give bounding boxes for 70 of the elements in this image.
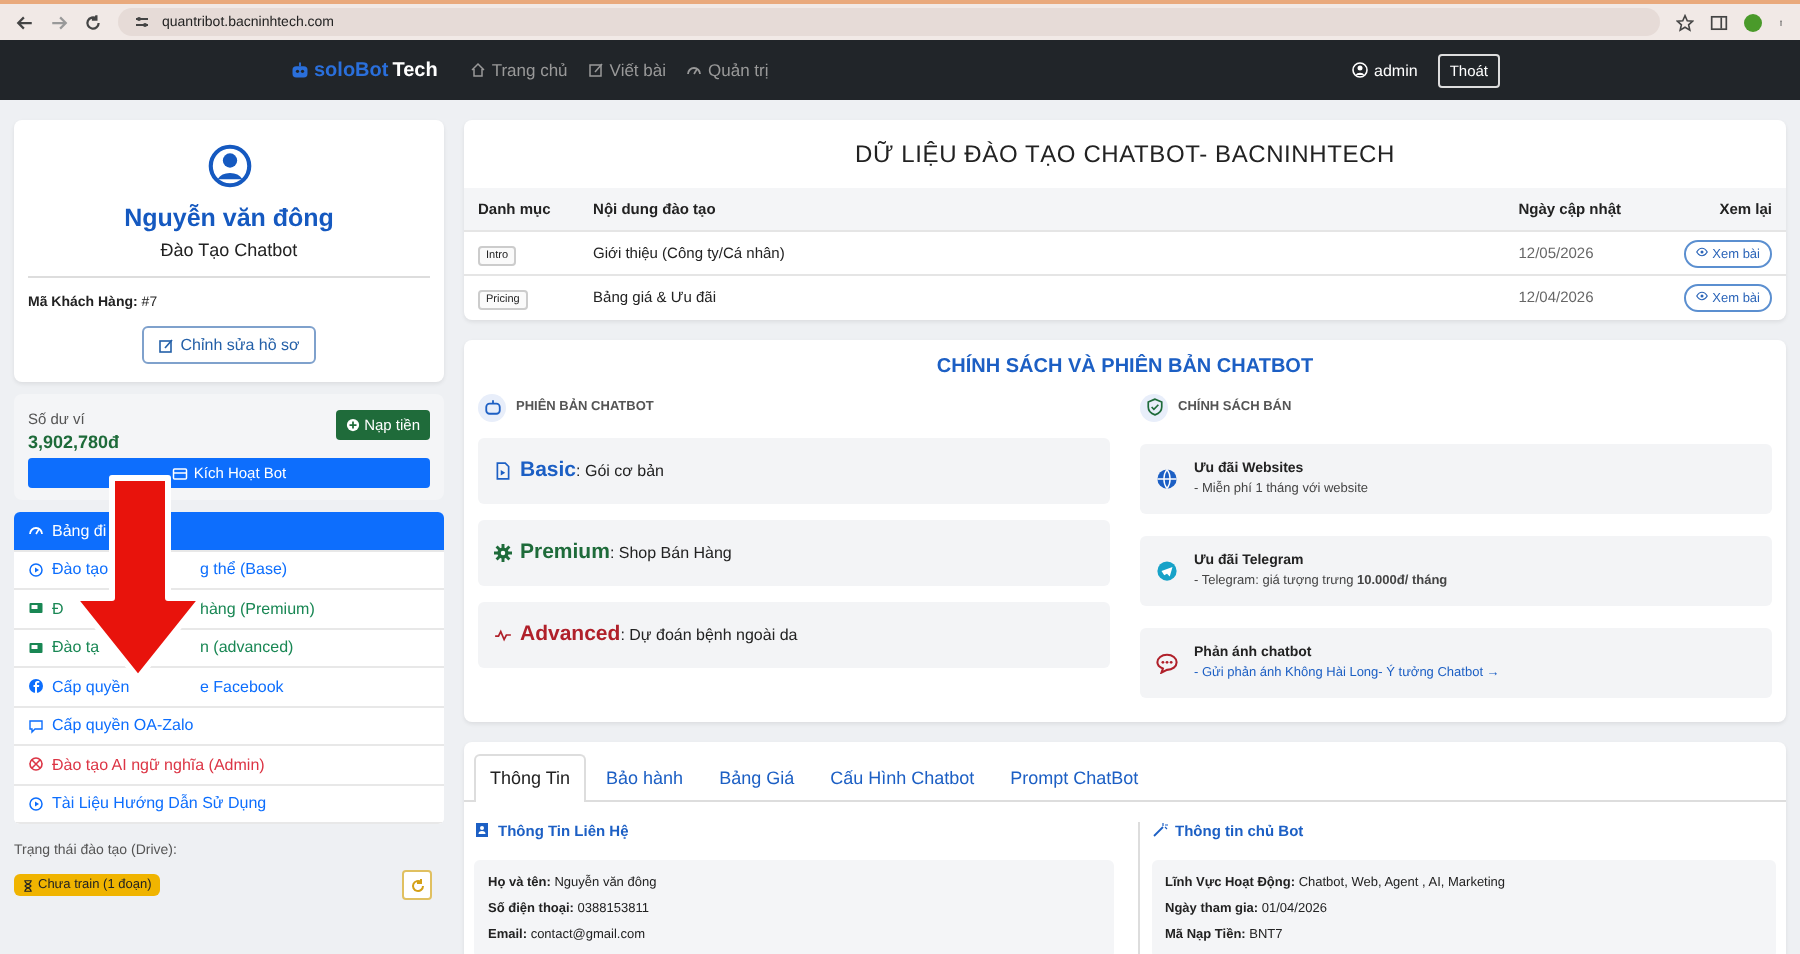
version-text: Advanced: Dự đoán bệnh ngoài da bbox=[520, 622, 798, 646]
sidebar-item[interactable]: Cấp quyền OA-Zalo bbox=[14, 707, 444, 746]
hourglass-icon bbox=[22, 879, 34, 891]
tab[interactable]: Thông Tin bbox=[474, 753, 587, 801]
star-icon[interactable] bbox=[1676, 13, 1694, 31]
chat-dots-icon bbox=[1156, 651, 1178, 673]
card-icon bbox=[171, 465, 188, 481]
shield-icon bbox=[1140, 393, 1168, 421]
nav-link[interactable]: Trang chủ bbox=[469, 60, 568, 80]
wand-icon bbox=[1151, 822, 1167, 838]
menu-label: Cấp quyền bbox=[52, 677, 132, 696]
tab[interactable]: Bảng Giá bbox=[703, 753, 811, 799]
menu-label: e Facebook bbox=[200, 677, 286, 696]
play-circle-icon bbox=[28, 795, 44, 812]
contact-card-icon bbox=[474, 822, 490, 838]
back-icon[interactable] bbox=[16, 13, 34, 31]
site-settings-icon bbox=[134, 14, 150, 30]
menu-label: g thể (Base) bbox=[200, 560, 290, 579]
gear-icon bbox=[494, 543, 512, 561]
sidebar-icon[interactable] bbox=[1710, 13, 1728, 31]
sidebar-item[interactable]: Tài Liệu Hướng Dẫn Sử Dụng bbox=[14, 785, 444, 824]
menu-label: Tài Liệu Hướng Dẫn Sử Dụng bbox=[52, 794, 269, 813]
edit-icon bbox=[587, 62, 604, 78]
robot-icon bbox=[478, 393, 506, 421]
menu-label: Đào tạ bbox=[52, 638, 102, 657]
home-icon bbox=[469, 62, 486, 78]
menu-label: Đào tạo AI ngữ nghĩa (Admin) bbox=[52, 755, 267, 774]
telegram-icon bbox=[1156, 559, 1178, 581]
section-title: DỮ LIỆU ĐÀO TẠO CHATBOT- BACNINHTECH bbox=[853, 138, 1397, 172]
card-icon bbox=[28, 600, 44, 617]
menu-label: Đào tạo bbox=[52, 560, 111, 579]
profile-avatar[interactable] bbox=[1744, 13, 1762, 31]
edit-icon bbox=[158, 337, 175, 353]
profile-name: Nguyễn văn đông bbox=[124, 204, 334, 232]
profile-role: Đào Tạo Chatbot bbox=[28, 240, 430, 278]
document-icon bbox=[494, 461, 512, 479]
nav-link[interactable]: Quản trị bbox=[686, 60, 769, 80]
robot-icon bbox=[290, 60, 310, 80]
reload-icon[interactable] bbox=[84, 13, 102, 31]
logo[interactable]: soloBot Tech bbox=[290, 59, 438, 81]
nav-link[interactable]: Viết bài bbox=[587, 60, 666, 80]
menu-label: hàng (Premium) bbox=[200, 599, 317, 618]
tab[interactable]: Prompt ChatBot bbox=[994, 753, 1155, 799]
eye-icon bbox=[1696, 245, 1709, 257]
gauge-icon bbox=[686, 62, 702, 78]
play-circle-icon bbox=[28, 561, 44, 578]
plus-circle-icon bbox=[346, 418, 361, 432]
ban-icon bbox=[28, 756, 44, 773]
pulse-icon bbox=[494, 625, 512, 643]
version-text: Basic: Gói cơ bản bbox=[520, 458, 664, 482]
version-text: Premium: Shop Bán Hàng bbox=[520, 540, 732, 564]
menu-label: Bảng đi bbox=[52, 521, 109, 540]
tab[interactable]: Bảo hành bbox=[590, 753, 700, 799]
section-title: CHÍNH SÁCH VÀ PHIÊN BẢN CHATBOT bbox=[934, 355, 1316, 377]
globe-icon bbox=[1156, 467, 1178, 489]
gauge-icon bbox=[28, 522, 44, 539]
card-icon bbox=[28, 639, 44, 656]
user-avatar-icon bbox=[207, 144, 251, 188]
chat-icon bbox=[28, 717, 44, 734]
tab[interactable]: Cấu Hình Chatbot bbox=[814, 753, 991, 799]
menu-label: Đ bbox=[52, 599, 66, 618]
refresh-icon bbox=[409, 877, 425, 893]
balance-amount: 3,902,780đ bbox=[28, 432, 120, 452]
menu-label: Cấp quyền OA-Zalo bbox=[52, 716, 196, 735]
user-menu[interactable]: admin bbox=[1352, 61, 1418, 79]
menu-label: n (advanced) bbox=[200, 638, 296, 657]
eye-icon bbox=[1696, 289, 1709, 302]
facebook-icon bbox=[28, 678, 44, 695]
edit-profile-button[interactable]: Chỉnh sửa hồ sơ bbox=[142, 326, 316, 364]
user-icon bbox=[1352, 62, 1369, 78]
